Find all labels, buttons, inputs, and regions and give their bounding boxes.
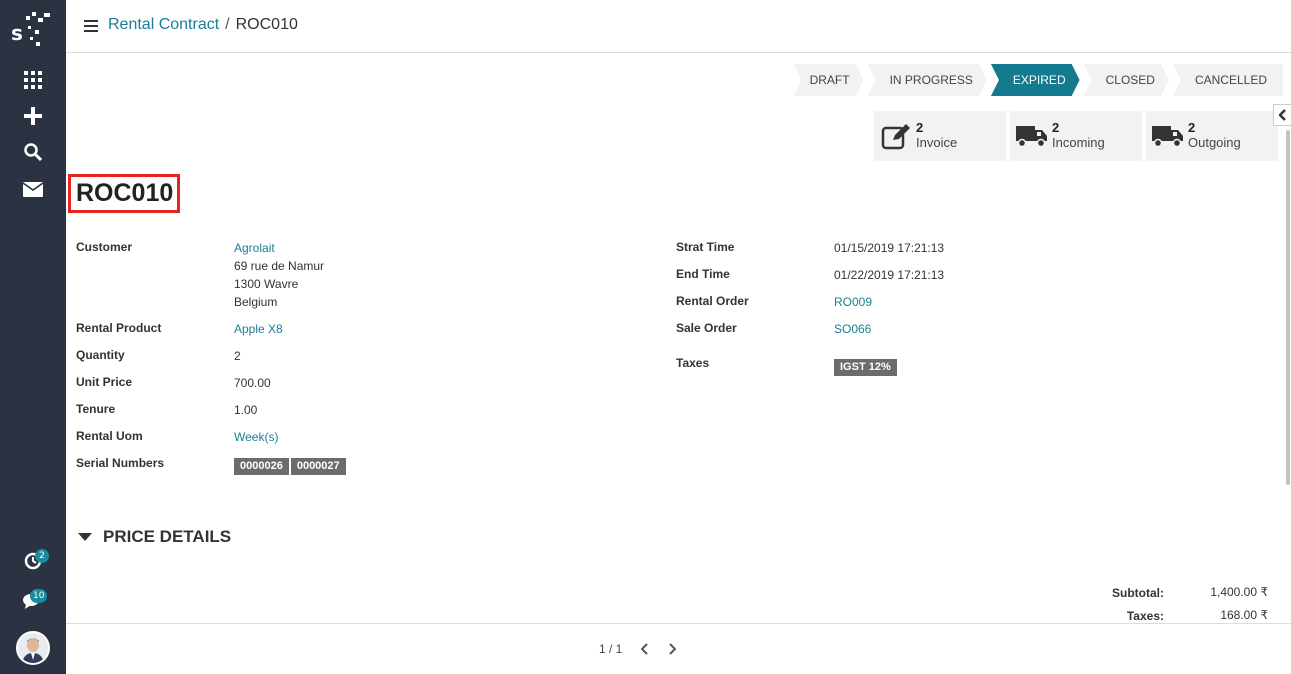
quantity-value: 2: [234, 349, 241, 363]
customer-field: Agrolait 69 rue de Namur 1300 Wavre Belg…: [234, 239, 324, 311]
apps-menu-icon[interactable]: [18, 65, 48, 95]
rental-product-link[interactable]: Apple X8: [234, 320, 283, 338]
outgoing-count: 2: [1188, 120, 1196, 135]
rental-uom-label: Rental Uom: [76, 429, 143, 443]
taxes-tags: IGST 12%: [834, 357, 899, 376]
pager-previous-button[interactable]: [638, 642, 652, 656]
breadcrumb-separator: /: [225, 16, 230, 33]
breadcrumb: Rental Contract / ROC010: [108, 16, 298, 34]
pager-value[interactable]: 1 / 1: [599, 642, 622, 656]
incoming-label: Incoming: [1052, 135, 1105, 150]
rental-uom-link[interactable]: Week(s): [234, 428, 278, 446]
customer-address-line1: 69 rue de Namur: [234, 259, 325, 273]
outgoing-smart-button[interactable]: 2 Outgoing: [1146, 111, 1278, 161]
stage-closed[interactable]: CLOSED: [1084, 64, 1169, 96]
svg-text:s: s: [11, 21, 23, 45]
serial-numbers-label: Serial Numbers: [76, 456, 165, 470]
stage-cancelled[interactable]: CANCELLED: [1172, 64, 1283, 96]
pager-next-button[interactable]: [665, 642, 679, 656]
taxes-label: Taxes: [676, 356, 710, 370]
hamburger-menu-icon[interactable]: [84, 20, 98, 32]
sidebar: s 2 10: [0, 0, 66, 674]
tax-tag[interactable]: IGST 12%: [834, 359, 897, 376]
start-time-value: 01/15/2019 17:21:13: [834, 241, 945, 255]
control-panel: Rental Contract / ROC010: [66, 0, 1291, 53]
caret-down-icon: [78, 533, 92, 541]
incoming-count: 2: [1052, 120, 1060, 135]
search-icon[interactable]: [18, 137, 48, 167]
sale-order-link[interactable]: SO066: [834, 320, 871, 338]
taxes-total-label: Taxes:: [1126, 609, 1164, 623]
serial-tag[interactable]: 0000027: [290, 458, 346, 475]
envelope-icon[interactable]: [18, 174, 48, 204]
invoice-label: Invoice: [916, 135, 958, 150]
end-time-value: 01/22/2019 17:21:13: [834, 268, 945, 282]
status-bar: DRAFT IN PROGRESS EXPIRED CLOSED CANCELL…: [790, 64, 1283, 96]
chevron-left-icon: [641, 643, 648, 655]
price-details-toggle[interactable]: PRICE DETAILS: [78, 527, 231, 547]
record-title: ROC010: [76, 179, 174, 207]
invoice-count: 2: [916, 120, 924, 135]
sale-order-label: Sale Order: [676, 321, 737, 335]
customer-address-line2: 1300 Wavre: [234, 277, 299, 291]
app-logo[interactable]: s: [8, 6, 56, 50]
rental-product-label: Rental Product: [76, 321, 162, 335]
breadcrumb-current: ROC010: [235, 16, 298, 33]
rental-order-label: Rental Order: [676, 294, 749, 308]
outgoing-label: Outgoing: [1188, 135, 1241, 150]
avatar[interactable]: [16, 631, 50, 665]
tenure-label: Tenure: [76, 402, 116, 416]
rental-order-link[interactable]: RO009: [834, 293, 872, 311]
pager-bar: 1 / 1: [66, 623, 1291, 674]
stage-draft[interactable]: DRAFT: [794, 64, 864, 96]
scrollbar[interactable]: [1286, 130, 1290, 485]
end-time-label: End Time: [676, 267, 730, 281]
serial-numbers-tags: 0000026 0000027: [234, 456, 348, 475]
customer-link[interactable]: Agrolait: [234, 239, 324, 257]
truck-icon: [1016, 120, 1048, 152]
tenure-value: 1.00: [234, 403, 258, 417]
price-details-heading: PRICE DETAILS: [103, 527, 232, 546]
unit-price-value: 700.00: [234, 376, 271, 390]
taxes-total-value: 168.00 ₹: [1220, 608, 1268, 622]
invoice-smart-button[interactable]: 2 Invoice: [874, 111, 1006, 161]
truck-icon: [1152, 120, 1184, 152]
start-time-label: Strat Time: [676, 240, 735, 254]
stage-in-progress[interactable]: IN PROGRESS: [868, 64, 987, 96]
activity-badge: 2: [35, 549, 49, 563]
messages-badge: 10: [30, 589, 48, 603]
edit-icon: [880, 120, 912, 152]
chevron-right-icon: [669, 643, 676, 655]
customer-label: Customer: [76, 240, 133, 254]
chevron-left-icon: [1278, 109, 1286, 121]
serial-tag[interactable]: 0000026: [234, 458, 289, 475]
subtotal-label: Subtotal:: [1112, 586, 1164, 600]
incoming-smart-button[interactable]: 2 Incoming: [1010, 111, 1142, 161]
plus-icon[interactable]: [18, 101, 48, 131]
stage-expired[interactable]: EXPIRED: [991, 64, 1080, 96]
breadcrumb-rental-contract[interactable]: Rental Contract: [108, 16, 219, 33]
quantity-label: Quantity: [76, 348, 125, 362]
unit-price-label: Unit Price: [76, 375, 133, 389]
customer-address-line3: Belgium: [234, 295, 278, 309]
form-view: DRAFT IN PROGRESS EXPIRED CLOSED CANCELL…: [66, 53, 1283, 623]
subtotal-value: 1,400.00 ₹: [1210, 585, 1268, 599]
chatter-toggle-button[interactable]: [1273, 104, 1291, 126]
